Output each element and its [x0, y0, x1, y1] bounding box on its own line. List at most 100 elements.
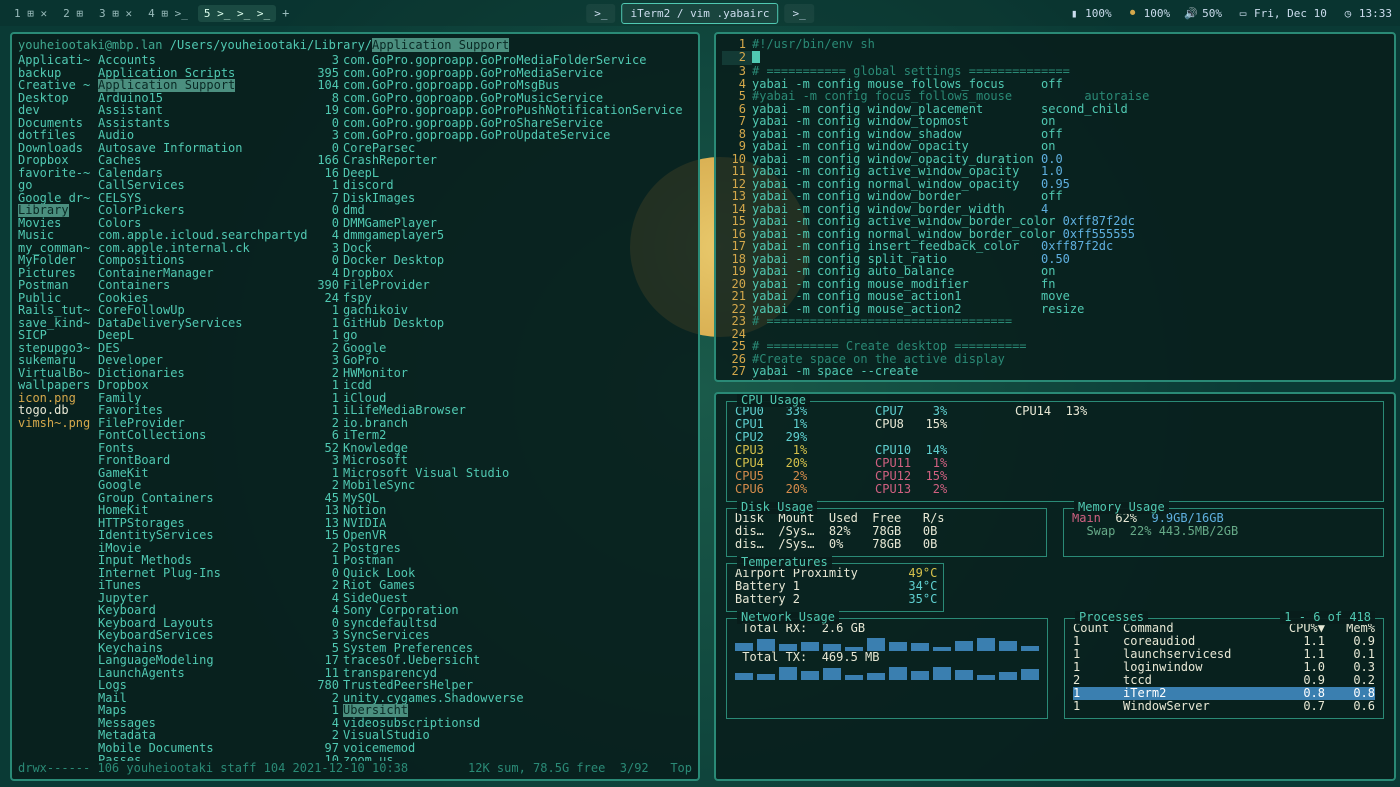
fm-item[interactable]: Assistants0: [98, 117, 343, 130]
fm-item[interactable]: Riot Games: [343, 579, 692, 592]
editor-pane[interactable]: 1#!/usr/bin/env sh23# =========== global…: [714, 32, 1396, 382]
fm-item[interactable]: VisualStudio: [343, 729, 692, 742]
fm-item[interactable]: Keyboard4: [98, 604, 343, 617]
window-tab[interactable]: >_: [785, 4, 814, 23]
fm-item[interactable]: com.apple.icloud.searchpartyd4: [98, 229, 343, 242]
monitor-pane[interactable]: CPU UsageCPU0 33%CPU7 3%CPU14 13%CPU1 1%…: [714, 392, 1396, 781]
fm-item[interactable]: iLifeMediaBrowser: [343, 404, 692, 417]
fm-item[interactable]: NVIDIA: [343, 517, 692, 530]
fm-column-preview[interactable]: com.GoPro.goproapp.GoProMediaFolderServi…: [343, 54, 692, 761]
fm-item[interactable]: DiskImages: [343, 192, 692, 205]
process-row[interactable]: 2tccd0.90.2: [1073, 674, 1375, 687]
fm-item[interactable]: voicememod: [343, 742, 692, 755]
fm-item[interactable]: Mail2: [98, 692, 343, 705]
fm-item[interactable]: Dropbox: [18, 154, 98, 167]
fm-item[interactable]: Passes10: [98, 754, 343, 761]
fm-item[interactable]: MobileSync: [343, 479, 692, 492]
fm-item[interactable]: Google: [343, 342, 692, 355]
fm-item[interactable]: icdd: [343, 379, 692, 392]
fm-item[interactable]: SICP: [18, 329, 98, 342]
fm-item[interactable]: Creative ~: [18, 79, 98, 92]
process-row[interactable]: 1loginwindow1.00.3: [1073, 661, 1375, 674]
fm-item[interactable]: Caches166: [98, 154, 343, 167]
fm-item[interactable]: com.GoPro.goproapp.GoProMsgBus: [343, 79, 692, 92]
fm-item[interactable]: Compositions0: [98, 254, 343, 267]
window-tab[interactable]: iTerm2 / vim .yabairc: [621, 3, 778, 24]
fm-item[interactable]: Assistant19: [98, 104, 343, 117]
fm-item[interactable]: CrashReporter: [343, 154, 692, 167]
fm-item[interactable]: sukemaru: [18, 354, 98, 367]
fm-item[interactable]: Sony Corporation: [343, 604, 692, 617]
fm-item[interactable]: Docker Desktop: [343, 254, 692, 267]
fm-item[interactable]: FileProvider: [343, 279, 692, 292]
fm-item[interactable]: MyFolder: [18, 254, 98, 267]
fm-item[interactable]: HomeKit13: [98, 504, 343, 517]
fm-item[interactable]: Metadata2: [98, 729, 343, 742]
fm-item[interactable]: GitHub Desktop: [343, 317, 692, 330]
fm-item[interactable]: Postman: [343, 554, 692, 567]
fm-item[interactable]: iTunes2: [98, 579, 343, 592]
fm-item[interactable]: com.GoPro.goproapp.GoProPushNotification…: [343, 104, 692, 117]
fm-item[interactable]: CoreFollowUp1: [98, 304, 343, 317]
fm-item[interactable]: go: [343, 329, 692, 342]
fm-item[interactable]: Dropbox1: [98, 379, 343, 392]
fm-item[interactable]: CallServices1: [98, 179, 343, 192]
fm-column-parent[interactable]: Applicati~backupCreative ~DesktopdevDocu…: [18, 54, 98, 761]
fm-item[interactable]: DeepL1: [98, 329, 343, 342]
fm-item[interactable]: vimsh~.png: [18, 417, 98, 430]
fm-item[interactable]: Google2: [98, 479, 343, 492]
fm-item[interactable]: KeyboardServices3: [98, 629, 343, 642]
fm-item[interactable]: discord: [343, 179, 692, 192]
fm-item[interactable]: Postgres: [343, 542, 692, 555]
fm-item[interactable]: OpenVR: [343, 529, 692, 542]
fm-item[interactable]: Application Support104: [98, 79, 343, 92]
process-row[interactable]: 1WindowServer0.70.6: [1073, 700, 1375, 713]
fm-item[interactable]: com.GoPro.goproapp.GoProMediaFolderServi…: [343, 54, 692, 67]
workspace-5[interactable]: 5 >_ >_ >_: [198, 5, 276, 22]
fm-item[interactable]: gachikoiv: [343, 304, 692, 317]
fm-item[interactable]: FontCollections6: [98, 429, 343, 442]
workspace-1[interactable]: 1 ⊞ ✕: [8, 5, 53, 22]
file-manager-pane[interactable]: youheiootaki@mbp.lan /Users/youheiootaki…: [10, 32, 700, 781]
fm-item[interactable]: LaunchAgents11: [98, 667, 343, 680]
fm-item[interactable]: dmmgameplayer5: [343, 229, 692, 242]
fm-item[interactable]: DeepL: [343, 167, 692, 180]
fm-item[interactable]: Applicati~: [18, 54, 98, 67]
fm-item[interactable]: Rails_tut~: [18, 304, 98, 317]
fm-item[interactable]: ColorPickers0: [98, 204, 343, 217]
process-row[interactable]: 1iTerm20.80.8: [1073, 687, 1375, 700]
fm-item[interactable]: go: [18, 179, 98, 192]
fm-item[interactable]: togo.db: [18, 404, 98, 417]
fm-item[interactable]: Music: [18, 229, 98, 242]
fm-item[interactable]: com.GoPro.goproapp.GoProUpdateService: [343, 129, 692, 142]
fm-item[interactable]: io.branch: [343, 417, 692, 430]
fm-item[interactable]: Maps1: [98, 704, 343, 717]
add-workspace-button[interactable]: +: [276, 4, 295, 22]
fm-item[interactable]: Input Methods1: [98, 554, 343, 567]
workspace-2[interactable]: 2 ⊞: [57, 5, 89, 22]
fm-item[interactable]: Microsoft: [343, 454, 692, 467]
fm-item[interactable]: LanguageModeling17: [98, 654, 343, 667]
fm-item[interactable]: TrustedPeersHelper: [343, 679, 692, 692]
process-row[interactable]: 1launchservicesd1.10.1: [1073, 648, 1375, 661]
fm-item[interactable]: wallpapers: [18, 379, 98, 392]
fm-item[interactable]: zoom.us: [343, 754, 692, 761]
fm-item[interactable]: IdentityServices15: [98, 529, 343, 542]
fm-item[interactable]: dev: [18, 104, 98, 117]
workspace-3[interactable]: 3 ⊞ ✕: [93, 5, 138, 22]
window-tab[interactable]: >_: [586, 4, 615, 23]
fm-item[interactable]: Ubersicht: [343, 704, 692, 717]
fm-item[interactable]: Developer3: [98, 354, 343, 367]
fm-item[interactable]: Notion: [343, 504, 692, 517]
fm-item[interactable]: dmd: [343, 204, 692, 217]
fm-item[interactable]: Logs780: [98, 679, 343, 692]
fm-item[interactable]: Containers390: [98, 279, 343, 292]
fm-item[interactable]: MySQL: [343, 492, 692, 505]
fm-item[interactable]: tracesOf.Uebersicht: [343, 654, 692, 667]
fm-item[interactable]: GoPro: [343, 354, 692, 367]
fm-item[interactable]: Library: [18, 204, 98, 217]
fm-item[interactable]: DataDeliveryServices1: [98, 317, 343, 330]
fm-item[interactable]: Postman: [18, 279, 98, 292]
fm-item[interactable]: FrontBoard3: [98, 454, 343, 467]
fm-item[interactable]: iTerm2: [343, 429, 692, 442]
